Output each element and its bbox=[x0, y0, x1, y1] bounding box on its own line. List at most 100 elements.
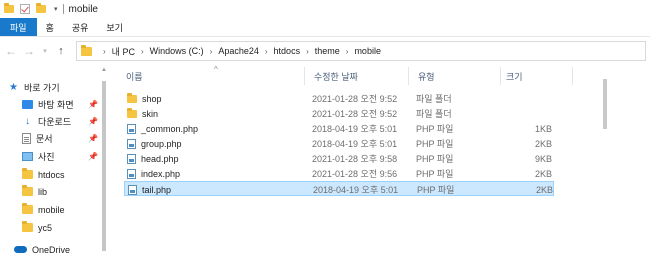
scroll-up-icon[interactable]: ▲ bbox=[101, 67, 107, 73]
column-header-name[interactable]: 이름 bbox=[126, 65, 143, 87]
file-size: 2KB bbox=[534, 168, 552, 179]
table-row[interactable]: head.php 2021-01-28 오후 9:58 PHP 파일 9KB bbox=[124, 151, 554, 166]
folder-icon bbox=[4, 3, 14, 13]
column-header-date[interactable]: 수정한 날짜 bbox=[314, 65, 358, 87]
file-type: PHP 파일 bbox=[417, 185, 455, 195]
sidebar-item-label: 다운로드 bbox=[38, 117, 72, 127]
sidebar-item-quick-access[interactable]: ★ 바로 가기 bbox=[8, 79, 108, 96]
folder-icon bbox=[22, 221, 33, 232]
sort-ascending-icon: ^ bbox=[214, 65, 218, 74]
breadcrumb-separator[interactable]: › bbox=[141, 47, 144, 56]
file-size: 1KB bbox=[534, 123, 552, 134]
php-file-icon bbox=[128, 184, 137, 195]
pin-icon: 📌 bbox=[88, 117, 98, 126]
column-divider[interactable] bbox=[408, 67, 409, 85]
folder-icon bbox=[22, 168, 33, 179]
download-icon: ↓ bbox=[25, 115, 30, 127]
properties-icon[interactable] bbox=[20, 4, 30, 14]
breadcrumb-apache24[interactable]: Apache24 bbox=[218, 46, 259, 56]
php-file-icon bbox=[127, 138, 136, 149]
breadcrumb-windows-c[interactable]: Windows (C:) bbox=[150, 46, 204, 56]
window-title: mobile bbox=[68, 3, 98, 15]
scrollbar-thumb[interactable] bbox=[603, 79, 607, 129]
navigation-pane-scrollbar[interactable]: ▲ bbox=[100, 65, 108, 256]
file-name: index.php bbox=[141, 168, 181, 179]
file-size bbox=[510, 106, 552, 121]
tab-file[interactable]: 파일 bbox=[0, 18, 37, 36]
navigation-pane: ★ 바로 가기 바탕 화면 📌 ↓ 다운로드 📌 문서 📌 사진 📌 htdoc… bbox=[0, 65, 100, 256]
folder-icon bbox=[127, 92, 137, 103]
table-row[interactable]: shop 2021-01-28 오전 9:52 파일 폴더 bbox=[124, 91, 554, 106]
navigation-bar: ← → ▾ ↑ › 내 PC › Windows (C:) › Apache24… bbox=[0, 37, 650, 65]
document-icon bbox=[22, 133, 31, 144]
file-name: skin bbox=[142, 108, 159, 119]
up-button[interactable]: ↑ bbox=[54, 45, 68, 57]
breadcrumb-separator[interactable]: › bbox=[210, 47, 213, 56]
breadcrumb-separator[interactable]: › bbox=[265, 47, 268, 56]
table-row[interactable]: index.php 2021-01-28 오전 9:56 PHP 파일 2KB bbox=[124, 166, 554, 181]
table-row[interactable]: skin 2021-01-28 오전 9:52 파일 폴더 bbox=[124, 106, 554, 121]
sidebar-item-label: 문서 bbox=[36, 134, 53, 144]
breadcrumb-theme[interactable]: theme bbox=[315, 46, 340, 56]
table-row[interactable]: group.php 2018-04-19 오후 5:01 PHP 파일 2KB bbox=[124, 136, 554, 151]
sidebar-item-label: OneDrive bbox=[32, 244, 71, 255]
sidebar-item-label: 사진 bbox=[38, 152, 55, 162]
file-list-scrollbar[interactable] bbox=[600, 65, 610, 256]
file-size: 2KB bbox=[534, 138, 552, 149]
file-date: 2021-01-28 오전 9:52 bbox=[312, 94, 398, 104]
column-divider[interactable] bbox=[304, 67, 305, 85]
breadcrumb-separator[interactable]: › bbox=[346, 47, 349, 56]
tab-view[interactable]: 보기 bbox=[97, 18, 132, 36]
file-date: 2018-04-19 오후 5:01 bbox=[312, 139, 398, 149]
column-divider[interactable] bbox=[572, 67, 573, 85]
breadcrumb-separator[interactable]: › bbox=[103, 47, 106, 56]
pin-icon: 📌 bbox=[88, 152, 98, 161]
pin-icon: 📌 bbox=[88, 100, 98, 109]
file-size bbox=[510, 91, 552, 106]
breadcrumb-separator[interactable]: › bbox=[306, 47, 309, 56]
ribbon-tabs: 파일 홈 공유 보기 bbox=[0, 18, 650, 37]
star-icon: ★ bbox=[9, 81, 18, 93]
back-button[interactable]: ← bbox=[4, 44, 18, 58]
file-name: tail.php bbox=[142, 184, 172, 195]
file-type: PHP 파일 bbox=[416, 169, 454, 179]
sidebar-item-onedrive[interactable]: OneDrive bbox=[14, 241, 114, 256]
php-file-icon bbox=[127, 123, 136, 134]
new-folder-icon[interactable] bbox=[36, 3, 46, 13]
tab-home[interactable]: 홈 bbox=[37, 18, 63, 36]
sidebar-item-label: lib bbox=[38, 186, 48, 197]
table-row[interactable]: _common.php 2018-04-19 오후 5:01 PHP 파일 1K… bbox=[124, 121, 554, 136]
breadcrumb-htdocs[interactable]: htdocs bbox=[274, 46, 301, 56]
forward-button[interactable]: → bbox=[22, 44, 36, 58]
file-name: _common.php bbox=[141, 123, 199, 134]
sidebar-item-label: 바탕 화면 bbox=[38, 100, 74, 110]
file-name: shop bbox=[142, 93, 162, 104]
scrollbar-thumb[interactable] bbox=[102, 81, 106, 251]
file-list: ^ 이름 수정한 날짜 유형 크기 shop 2021-01-28 오전 9:5… bbox=[108, 65, 650, 256]
file-date: 2018-04-19 오후 5:01 bbox=[313, 185, 399, 195]
column-header-size[interactable]: 크기 bbox=[506, 65, 523, 87]
address-bar[interactable]: › 내 PC › Windows (C:) › Apache24 › htdoc… bbox=[76, 41, 646, 61]
sidebar-item-label: mobile bbox=[38, 204, 65, 215]
php-file-icon bbox=[127, 153, 136, 164]
file-date: 2021-01-28 오전 9:52 bbox=[312, 109, 398, 119]
recent-locations-button[interactable]: ▾ bbox=[40, 47, 50, 55]
column-header-type[interactable]: 유형 bbox=[418, 65, 435, 87]
breadcrumb-mobile[interactable]: mobile bbox=[354, 46, 381, 56]
customize-qat-icon[interactable]: ▾ bbox=[54, 5, 58, 13]
tab-share[interactable]: 공유 bbox=[63, 18, 98, 36]
file-date: 2018-04-19 오후 5:01 bbox=[312, 124, 398, 134]
php-file-icon bbox=[127, 168, 136, 179]
sidebar-item-label: yc5 bbox=[38, 222, 53, 233]
table-row-selected[interactable]: tail.php 2018-04-19 오후 5:01 PHP 파일 2KB bbox=[124, 181, 554, 196]
desktop-icon bbox=[22, 100, 33, 109]
file-size: 2KB bbox=[535, 184, 553, 195]
file-name: group.php bbox=[141, 138, 182, 149]
column-divider[interactable] bbox=[500, 67, 501, 85]
file-name: head.php bbox=[141, 153, 179, 164]
title-bar: ▾ mobile bbox=[0, 0, 650, 18]
file-type: 파일 폴더 bbox=[416, 94, 452, 104]
breadcrumb-this-pc[interactable]: 내 PC bbox=[112, 45, 135, 58]
title-separator bbox=[62, 4, 64, 14]
onedrive-cloud-icon bbox=[14, 246, 27, 253]
